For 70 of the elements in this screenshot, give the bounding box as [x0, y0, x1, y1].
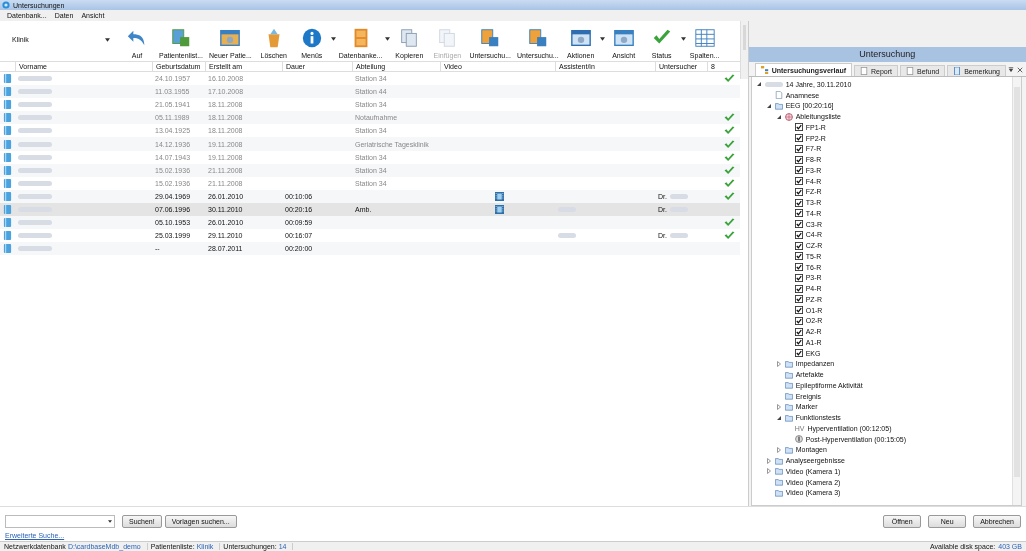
record-icon	[3, 138, 12, 150]
app-icon	[2, 1, 10, 9]
collapse-arrow-icon[interactable]	[755, 81, 762, 88]
info-icon	[300, 27, 323, 49]
globe-icon	[784, 112, 793, 121]
checkbox[interactable]	[794, 327, 803, 336]
window-icon	[569, 27, 592, 49]
caret-icon[interactable]	[108, 519, 112, 523]
close-icon[interactable]	[1017, 67, 1023, 73]
note-icon	[953, 67, 962, 75]
checkbox[interactable]	[794, 295, 803, 304]
record-icon	[3, 190, 12, 202]
record-icon	[3, 230, 12, 242]
expand-arrow-icon[interactable]	[765, 468, 772, 475]
checkbox[interactable]	[794, 187, 803, 196]
checkbox[interactable]	[794, 273, 803, 282]
checkbox[interactable]	[794, 252, 803, 261]
timer-icon	[794, 435, 803, 444]
record-icon	[3, 243, 12, 255]
tree-icon	[760, 66, 769, 74]
collapse-arrow-icon[interactable]	[765, 102, 772, 109]
checkbox[interactable]	[794, 134, 803, 143]
checkbox[interactable]	[794, 209, 803, 218]
checkbox[interactable]	[794, 316, 803, 325]
checkbox[interactable]	[794, 306, 803, 315]
blurred-name	[669, 193, 688, 199]
expand-arrow-icon[interactable]	[765, 457, 772, 464]
record-icon	[3, 125, 12, 137]
record-icon	[3, 112, 12, 124]
collapse-arrow-icon[interactable]	[775, 113, 782, 120]
collapse-arrow-icon[interactable]	[775, 414, 782, 421]
checkbox[interactable]	[794, 123, 803, 132]
caret-icon	[105, 37, 110, 42]
caret-icon[interactable]	[599, 37, 605, 41]
panel-title: Untersuchung	[748, 47, 1026, 62]
grid-icon	[693, 27, 716, 49]
record-icon	[3, 99, 12, 111]
checkbox[interactable]	[794, 230, 803, 239]
checkbox[interactable]	[794, 144, 803, 153]
checkbox[interactable]	[794, 241, 803, 250]
checkbox[interactable]	[794, 198, 803, 207]
document-icon	[774, 91, 783, 100]
record-icon	[3, 86, 12, 98]
checkbox[interactable]	[794, 263, 803, 272]
expand-arrow-icon[interactable]	[775, 446, 782, 453]
checkbox[interactable]	[794, 155, 803, 164]
checkbox[interactable]	[794, 338, 803, 347]
blurred-name	[669, 233, 688, 239]
folder-icon	[774, 101, 783, 110]
record-icon	[3, 177, 12, 189]
expand-arrow-icon[interactable]	[775, 360, 782, 367]
record-icon	[3, 217, 12, 229]
search-field[interactable]	[5, 514, 115, 528]
checkbox[interactable]	[794, 349, 803, 358]
scrollbar[interactable]	[1012, 77, 1021, 505]
caret-icon[interactable]	[680, 37, 686, 41]
record-icon	[3, 204, 12, 215]
caret-icon[interactable]	[330, 37, 336, 41]
checkbox[interactable]	[794, 284, 803, 293]
caret-icon[interactable]	[385, 37, 391, 41]
record-icon	[3, 151, 12, 163]
checkbox[interactable]	[794, 220, 803, 229]
record-icon	[3, 164, 12, 176]
pin-icon[interactable]	[1008, 67, 1014, 73]
checkbox[interactable]	[794, 166, 803, 175]
checkbox[interactable]	[794, 177, 803, 186]
scrollbar[interactable]	[740, 21, 748, 79]
record-icon	[3, 73, 12, 85]
blurred-name	[764, 81, 783, 87]
expand-arrow-icon[interactable]	[775, 403, 782, 410]
